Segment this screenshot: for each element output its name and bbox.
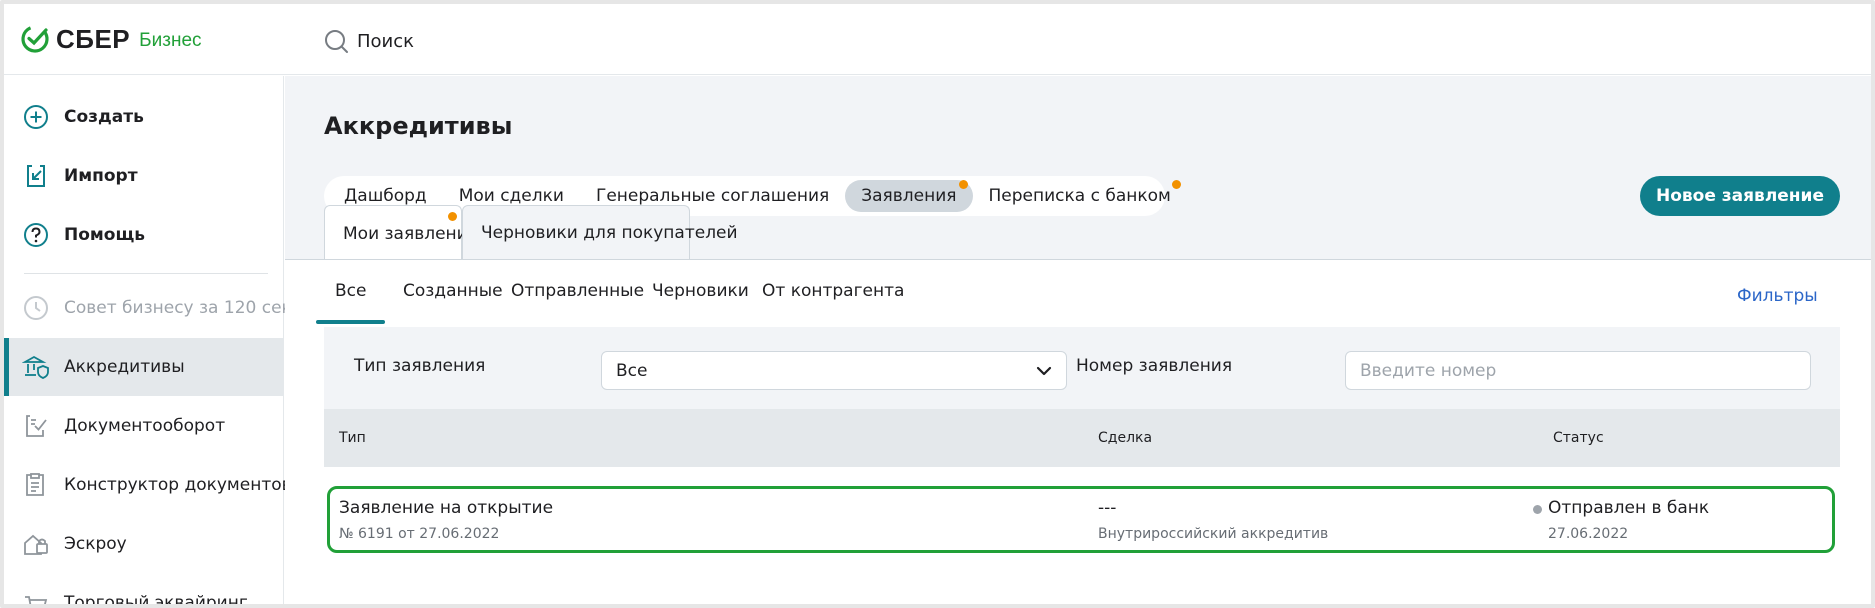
filter-tab-from-counterparty[interactable]: От контрагента (762, 260, 904, 322)
sidebar-item-escrow[interactable]: Эскроу (4, 515, 283, 573)
sidebar-item-label: Помощь (64, 225, 146, 245)
column-header-type[interactable]: Тип (339, 430, 366, 446)
number-input[interactable] (1345, 351, 1811, 390)
import-icon (27, 165, 45, 187)
document-builder-icon (26, 473, 44, 496)
row-number: № 6191 от 27.06.2022 (339, 526, 500, 542)
filters-link[interactable]: Фильтры (1737, 286, 1818, 306)
notification-dot (448, 212, 457, 221)
row-status-date: 27.06.2022 (1548, 526, 1629, 542)
type-filter-label: Тип заявления (354, 356, 486, 376)
type-select-value: Все (616, 360, 648, 381)
sidebar-divider (24, 273, 268, 274)
sidebar-item-create[interactable]: Создать (4, 88, 283, 146)
status-dot (1533, 505, 1542, 514)
search-icon (325, 30, 348, 53)
plus-circle-icon (24, 105, 48, 129)
filter-panel: Тип заявления Все Номер заявления (324, 327, 1840, 409)
tab-applications[interactable]: Заявления (845, 180, 973, 212)
brand-sub: Бизнес (139, 30, 202, 51)
filter-tab-created[interactable]: Созданные (403, 260, 503, 322)
filter-tab-sent[interactable]: Отправленные (511, 260, 644, 322)
sidebar-item-document-builder[interactable]: Конструктор документов (4, 456, 292, 514)
sber-logo-icon (21, 25, 49, 53)
row-deal: --- (1098, 498, 1117, 518)
column-header-status[interactable]: Статус (1553, 430, 1604, 446)
column-header-deal[interactable]: Сделка (1098, 430, 1152, 446)
sidebar: Создать Импорт Помощь Совет бизнесу за 1… (4, 76, 292, 608)
sidebar-item-label: Создать (64, 107, 144, 127)
row-type: Заявление на открытие (339, 498, 554, 518)
sidebar-item-label: Совет бизнесу за 120 сек (64, 298, 292, 318)
subtab-buyer-drafts[interactable]: Черновики для покупателей (462, 205, 738, 260)
sidebar-item-business-tip[interactable]: Совет бизнесу за 120 сек (4, 279, 292, 337)
row-status: Отправлен в банк (1548, 498, 1710, 518)
new-application-button[interactable]: Новое заявление (1640, 176, 1840, 216)
sidebar-item-acquiring[interactable]: Торговый эквайринг (4, 574, 283, 608)
table-header: Тип Сделка Статус (324, 409, 1840, 467)
sidebar-item-letters-of-credit[interactable]: Аккредитивы (4, 338, 283, 396)
sidebar-item-label: Аккредитивы (64, 357, 185, 377)
notification-dot (958, 180, 968, 189)
sidebar-item-import[interactable]: Импорт (4, 147, 283, 205)
help-icon (24, 223, 48, 247)
filter-tab-all[interactable]: Все (315, 260, 387, 324)
chevron-down-icon (1036, 366, 1052, 376)
tab-label: Переписка с банком (988, 186, 1171, 206)
sidebar-item-label: Эскроу (64, 534, 127, 554)
bank-shield-icon (22, 355, 49, 379)
sidebar-item-help[interactable]: Помощь (4, 206, 283, 264)
row-deal-type: Внутрироссийский аккредитив (1098, 526, 1329, 542)
main-content: Аккредитивы Дашборд Мои сделки Генеральн… (285, 76, 1871, 604)
sidebar-item-document-flow[interactable]: Документооборот (4, 397, 283, 455)
applications-card: Все Созданные Отправленные Черновики От … (285, 260, 1871, 604)
search-label: Поиск (357, 30, 415, 52)
notification-dot (1171, 180, 1181, 189)
sidebar-item-label: Торговый эквайринг (64, 593, 248, 608)
subtab-my-applications[interactable]: Мои заявления (324, 205, 478, 261)
clock-icon (24, 296, 48, 320)
page-title: Аккредитивы (324, 112, 513, 140)
number-filter-label: Номер заявления (1076, 356, 1233, 376)
cart-icon (25, 596, 48, 604)
tab-label: Заявления (861, 186, 957, 206)
top-bar: СБЕР Бизнес Поиск (4, 4, 1871, 75)
search-field[interactable]: Поиск (323, 28, 414, 54)
sidebar-item-label: Документооборот (64, 416, 226, 436)
filter-tab-drafts[interactable]: Черновики (652, 260, 749, 322)
sidebar-item-label: Конструктор документов (64, 475, 292, 495)
app-window: СБЕР Бизнес Поиск Создать Импорт Помощь … (0, 0, 1875, 608)
subtab-label: Мои заявления (343, 223, 478, 244)
tab-bank-correspondence[interactable]: Переписка с банком (973, 180, 1187, 212)
type-select[interactable]: Все (601, 351, 1067, 390)
sidebar-item-label: Импорт (64, 166, 138, 186)
document-check-icon (26, 415, 47, 437)
brand-name: СБЕР (56, 23, 131, 54)
escrow-house-icon (24, 534, 48, 555)
sber-logo[interactable]: СБЕР Бизнес (20, 22, 202, 56)
table-row[interactable]: Заявление на открытие № 6191 от 27.06.20… (327, 486, 1835, 553)
